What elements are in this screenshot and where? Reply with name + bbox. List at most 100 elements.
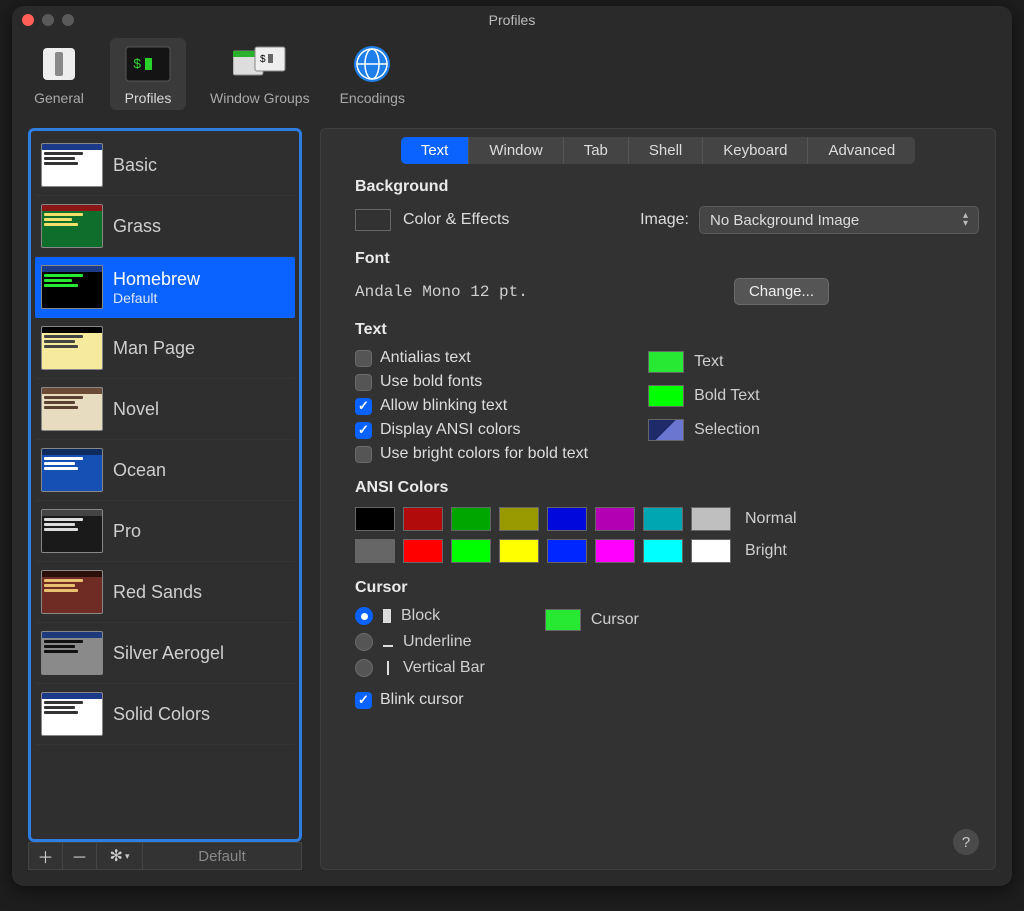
cursor-block-label: Block xyxy=(401,607,440,625)
toolbar-profiles[interactable]: $ Profiles xyxy=(110,38,186,110)
ansi-bright-2[interactable] xyxy=(451,539,491,563)
display-ansi-label: Display ANSI colors xyxy=(380,421,521,439)
profile-thumb xyxy=(41,448,103,492)
profile-item-ocean[interactable]: Ocean xyxy=(35,440,295,501)
profile-item-man-page[interactable]: Man Page xyxy=(35,318,295,379)
ansi-normal-label: Normal xyxy=(745,510,797,528)
toolbar-window-groups[interactable]: $ Window Groups xyxy=(204,38,316,110)
section-heading: Font xyxy=(355,250,979,268)
add-profile-button[interactable]: ＋ xyxy=(29,843,63,869)
profile-name: Basic xyxy=(113,155,157,176)
profile-item-pro[interactable]: Pro xyxy=(35,501,295,562)
help-button[interactable]: ? xyxy=(953,829,979,855)
profile-name: Man Page xyxy=(113,338,195,359)
ansi-bright-1[interactable] xyxy=(403,539,443,563)
ansi-normal-5[interactable] xyxy=(595,507,635,531)
profile-name: Novel xyxy=(113,399,159,420)
selection-color-swatch[interactable] xyxy=(648,419,684,441)
bright-bold-checkbox[interactable] xyxy=(355,446,372,463)
antialias-checkbox[interactable] xyxy=(355,350,372,367)
bold-fonts-checkbox[interactable] xyxy=(355,374,372,391)
tab-advanced[interactable]: Advanced xyxy=(808,137,915,164)
display-ansi-checkbox[interactable] xyxy=(355,422,372,439)
ansi-normal-7[interactable] xyxy=(691,507,731,531)
bold-color-swatch[interactable] xyxy=(648,385,684,407)
chevron-down-icon: ▾ xyxy=(125,851,130,862)
profile-name: Ocean xyxy=(113,460,166,481)
ansi-bright-6[interactable] xyxy=(643,539,683,563)
ansi-normal-2[interactable] xyxy=(451,507,491,531)
allow-blinking-checkbox[interactable] xyxy=(355,398,372,415)
section-font: Font Andale Mono 12 pt. Change... xyxy=(355,250,979,305)
cursor-vbar-radio[interactable] xyxy=(355,659,373,677)
profile-name: Grass xyxy=(113,216,161,237)
profile-actions-menu[interactable]: ✻▾ xyxy=(97,843,143,869)
section-background: Background Color & Effects Image: No Bac… xyxy=(355,178,979,234)
change-font-button[interactable]: Change... xyxy=(734,278,829,305)
cursor-underline-radio[interactable] xyxy=(355,633,373,651)
profiles-list-toolbar: ＋ － ✻▾ Default xyxy=(28,842,302,870)
ansi-normal-1[interactable] xyxy=(403,507,443,531)
cursor-color-swatch[interactable] xyxy=(545,609,581,631)
toolbar-window-groups-label: Window Groups xyxy=(210,90,310,106)
text-color-swatch[interactable] xyxy=(648,351,684,373)
underline-cursor-icon xyxy=(383,637,393,647)
section-heading: ANSI Colors xyxy=(355,479,979,497)
set-default-button[interactable]: Default xyxy=(143,848,301,865)
vbar-cursor-icon xyxy=(387,661,389,675)
profile-item-silver-aerogel[interactable]: Silver Aerogel xyxy=(35,623,295,684)
profile-item-grass[interactable]: Grass xyxy=(35,196,295,257)
section-heading: Background xyxy=(355,178,979,196)
toolbar-general[interactable]: General xyxy=(26,38,92,110)
ansi-normal-0[interactable] xyxy=(355,507,395,531)
ansi-bright-4[interactable] xyxy=(547,539,587,563)
encodings-icon xyxy=(345,42,399,86)
ansi-normal-3[interactable] xyxy=(499,507,539,531)
background-image-value: No Background Image xyxy=(710,212,859,229)
profile-item-red-sands[interactable]: Red Sands xyxy=(35,562,295,623)
font-value: Andale Mono 12 pt. xyxy=(355,283,528,301)
background-image-popup[interactable]: No Background Image ▴▾ xyxy=(699,206,979,234)
ansi-normal-4[interactable] xyxy=(547,507,587,531)
background-color-swatch[interactable] xyxy=(355,209,391,231)
profile-thumb xyxy=(41,265,103,309)
profile-name: Silver Aerogel xyxy=(113,643,224,664)
ansi-bright-0[interactable] xyxy=(355,539,395,563)
toolbar-encodings[interactable]: Encodings xyxy=(334,38,411,110)
color-effects-label: Color & Effects xyxy=(403,211,509,229)
profile-thumb xyxy=(41,509,103,553)
tab-window[interactable]: Window xyxy=(469,137,563,164)
profile-name: Red Sands xyxy=(113,582,202,603)
section-heading: Text xyxy=(355,321,979,339)
tab-tab[interactable]: Tab xyxy=(564,137,629,164)
profiles-sidebar: Basic Grass Homebrew xyxy=(28,128,302,870)
svg-text:$: $ xyxy=(133,57,141,73)
profile-item-basic[interactable]: Basic xyxy=(35,135,295,196)
blink-cursor-checkbox[interactable] xyxy=(355,692,372,709)
section-ansi-colors: ANSI Colors Normal xyxy=(355,479,979,563)
cursor-color-label: Cursor xyxy=(591,611,639,629)
tab-keyboard[interactable]: Keyboard xyxy=(703,137,808,164)
remove-profile-button[interactable]: － xyxy=(63,843,97,869)
profile-item-novel[interactable]: Novel xyxy=(35,379,295,440)
ansi-bright-5[interactable] xyxy=(595,539,635,563)
tab-shell[interactable]: Shell xyxy=(629,137,703,164)
blink-cursor-label: Blink cursor xyxy=(380,691,464,709)
tab-text[interactable]: Text xyxy=(401,137,470,164)
titlebar: Profiles xyxy=(12,6,1012,34)
cursor-block-radio[interactable] xyxy=(355,607,373,625)
preferences-toolbar: General $ Profiles $ Window Groups Encod… xyxy=(12,34,1012,118)
profiles-list[interactable]: Basic Grass Homebrew xyxy=(28,128,302,842)
profile-item-solid-colors[interactable]: Solid Colors xyxy=(35,684,295,745)
profile-thumb xyxy=(41,692,103,736)
general-icon xyxy=(32,42,86,86)
ansi-bright-3[interactable] xyxy=(499,539,539,563)
bold-fonts-label: Use bold fonts xyxy=(380,373,482,391)
bright-bold-label: Use bright colors for bold text xyxy=(380,445,588,463)
ansi-bright-7[interactable] xyxy=(691,539,731,563)
selection-color-label: Selection xyxy=(694,421,760,439)
window-groups-icon: $ xyxy=(228,42,292,86)
ansi-normal-6[interactable] xyxy=(643,507,683,531)
profile-item-homebrew[interactable]: Homebrew Default xyxy=(35,257,295,318)
chevron-updown-icon: ▴▾ xyxy=(963,212,968,228)
